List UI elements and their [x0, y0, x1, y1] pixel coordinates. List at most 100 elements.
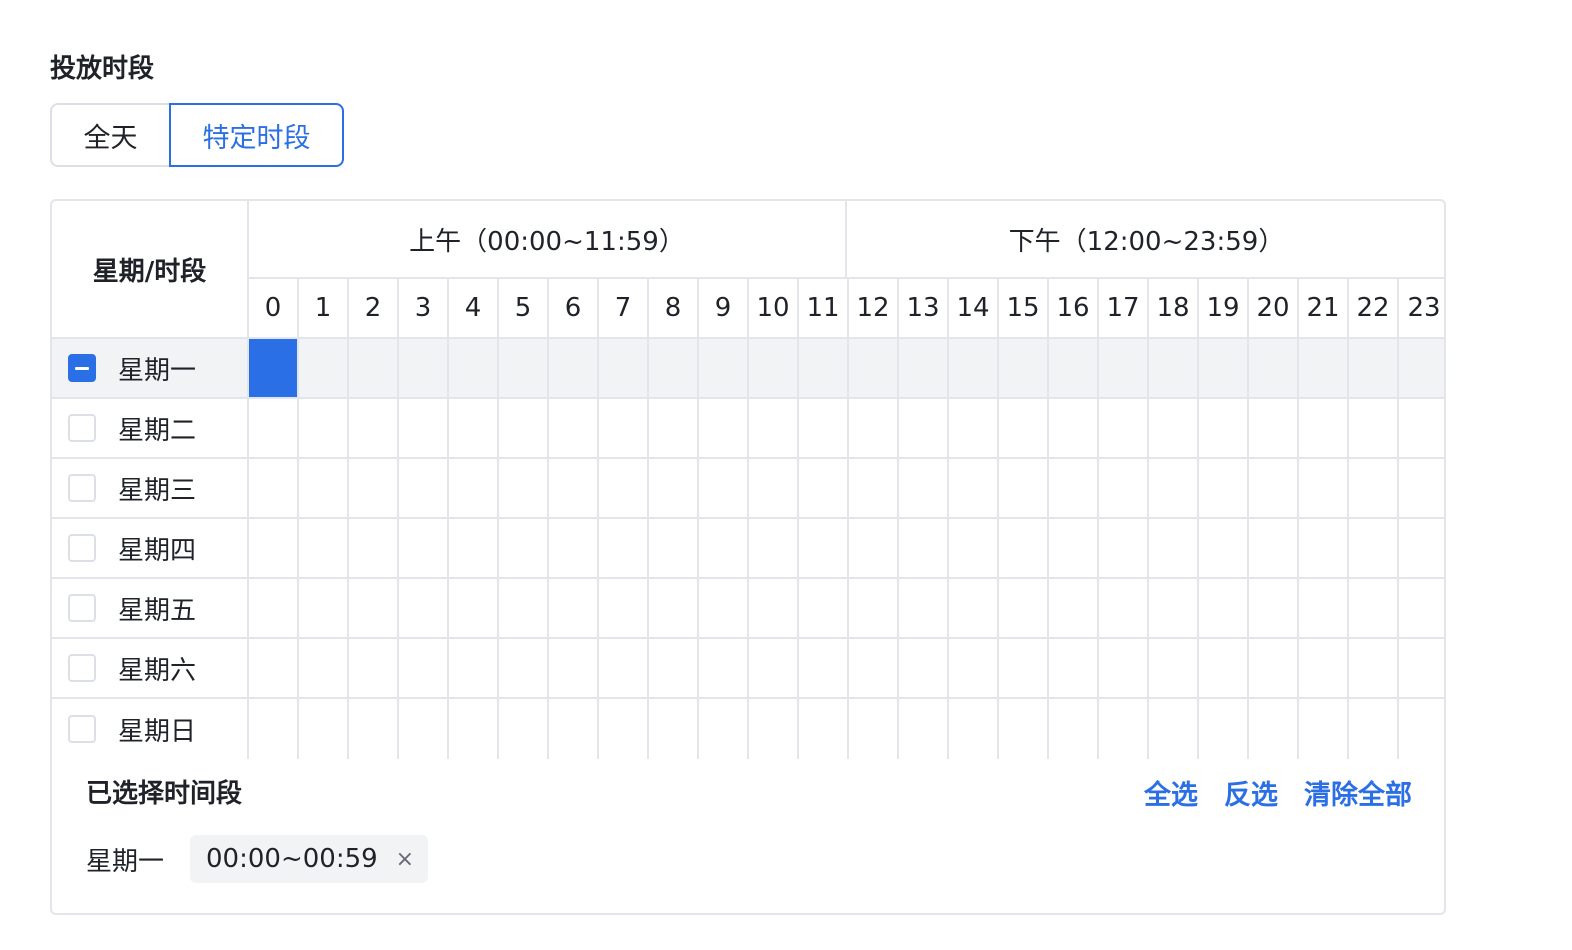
hour-header-13[interactable]: 13 [899, 279, 949, 339]
time-slot-cell[interactable] [649, 519, 699, 579]
time-slot-cell[interactable] [1099, 339, 1149, 399]
time-slot-cell[interactable] [949, 339, 999, 399]
time-slot-cell[interactable] [299, 639, 349, 699]
time-slot-cell[interactable] [1249, 639, 1299, 699]
time-slot-cell[interactable] [1249, 519, 1299, 579]
time-slot-cell[interactable] [649, 399, 699, 459]
time-slot-cell[interactable] [549, 699, 599, 759]
hour-header-7[interactable]: 7 [599, 279, 649, 339]
day-checkbox[interactable] [68, 594, 96, 622]
hour-header-4[interactable]: 4 [449, 279, 499, 339]
time-slot-cell[interactable] [1399, 579, 1444, 639]
hour-header-1[interactable]: 1 [299, 279, 349, 339]
time-slot-cell[interactable] [1099, 699, 1149, 759]
time-slot-cell[interactable] [1349, 699, 1399, 759]
day-row-2[interactable]: 星期三 [52, 459, 249, 519]
time-slot-cell[interactable] [1299, 699, 1349, 759]
time-slot-cell[interactable] [1399, 519, 1444, 579]
hour-header-23[interactable]: 23 [1399, 279, 1444, 339]
time-slot-cell[interactable] [749, 579, 799, 639]
time-slot-cell[interactable] [749, 399, 799, 459]
time-slot-cell[interactable] [549, 339, 599, 399]
time-slot-cell[interactable] [1249, 399, 1299, 459]
time-slot-cell[interactable] [649, 699, 699, 759]
time-slot-cell[interactable] [499, 699, 549, 759]
time-slot-cell[interactable] [749, 339, 799, 399]
time-slot-cell[interactable] [799, 399, 849, 459]
time-slot-cell[interactable] [299, 699, 349, 759]
time-slot-cell[interactable] [349, 639, 399, 699]
time-slot-cell[interactable] [1349, 459, 1399, 519]
time-slot-cell[interactable] [599, 579, 649, 639]
time-slot-cell[interactable] [949, 639, 999, 699]
time-slot-cell[interactable] [1099, 579, 1149, 639]
time-slot-cell[interactable] [1099, 639, 1149, 699]
day-checkbox[interactable] [68, 354, 96, 382]
time-slot-cell[interactable] [249, 519, 299, 579]
time-slot-cell[interactable] [1049, 459, 1099, 519]
time-slot-cell[interactable] [399, 699, 449, 759]
time-slot-cell[interactable] [399, 459, 449, 519]
day-row-0[interactable]: 星期一 [52, 339, 249, 399]
time-slot-cell[interactable] [1149, 519, 1199, 579]
time-slot-cell[interactable] [899, 579, 949, 639]
time-slot-cell[interactable] [799, 519, 849, 579]
time-slot-cell[interactable] [1349, 579, 1399, 639]
hour-header-11[interactable]: 11 [799, 279, 849, 339]
time-slot-cell[interactable] [599, 459, 649, 519]
specific-time-button[interactable]: 特定时段 [169, 103, 344, 167]
time-slot-cell[interactable] [1349, 639, 1399, 699]
time-slot-cell[interactable] [1249, 579, 1299, 639]
time-slot-cell[interactable] [699, 399, 749, 459]
time-slot-cell[interactable] [1299, 519, 1349, 579]
time-slot-cell[interactable] [1149, 579, 1199, 639]
time-slot-cell[interactable] [599, 639, 649, 699]
time-slot-cell[interactable] [1349, 519, 1399, 579]
time-slot-cell[interactable] [699, 459, 749, 519]
select-all-link[interactable]: 全选 [1144, 773, 1198, 812]
time-slot-cell[interactable] [899, 339, 949, 399]
time-slot-cell[interactable] [949, 699, 999, 759]
day-row-4[interactable]: 星期五 [52, 579, 249, 639]
time-slot-cell[interactable] [1149, 339, 1199, 399]
time-slot-cell[interactable] [449, 699, 499, 759]
time-slot-cell[interactable] [449, 339, 499, 399]
time-slot-cell[interactable] [1199, 399, 1249, 459]
time-slot-cell[interactable] [1049, 639, 1099, 699]
hour-header-22[interactable]: 22 [1349, 279, 1399, 339]
time-slot-cell[interactable] [849, 639, 899, 699]
time-slot-cell[interactable] [599, 339, 649, 399]
hour-header-10[interactable]: 10 [749, 279, 799, 339]
hour-header-16[interactable]: 16 [1049, 279, 1099, 339]
hour-header-6[interactable]: 6 [549, 279, 599, 339]
time-slot-cell[interactable] [899, 519, 949, 579]
time-slot-cell[interactable] [1249, 699, 1299, 759]
time-slot-cell[interactable] [399, 639, 449, 699]
time-slot-cell[interactable] [299, 339, 349, 399]
day-checkbox[interactable] [68, 654, 96, 682]
time-slot-cell[interactable] [899, 699, 949, 759]
time-slot-cell[interactable] [449, 459, 499, 519]
time-slot-cell[interactable] [1149, 459, 1199, 519]
time-slot-cell[interactable] [1249, 459, 1299, 519]
time-slot-cell[interactable] [499, 399, 549, 459]
time-slot-cell[interactable] [949, 399, 999, 459]
time-slot-cell[interactable] [249, 339, 299, 399]
time-slot-cell[interactable] [799, 639, 849, 699]
day-checkbox[interactable] [68, 414, 96, 442]
time-slot-cell[interactable] [849, 699, 899, 759]
time-slot-cell[interactable] [249, 399, 299, 459]
time-slot-cell[interactable] [899, 459, 949, 519]
time-slot-cell[interactable] [249, 459, 299, 519]
time-slot-cell[interactable] [899, 639, 949, 699]
time-slot-cell[interactable] [1049, 579, 1099, 639]
day-checkbox[interactable] [68, 534, 96, 562]
time-slot-cell[interactable] [549, 639, 599, 699]
time-slot-cell[interactable] [1399, 639, 1444, 699]
time-slot-cell[interactable] [649, 579, 699, 639]
day-row-6[interactable]: 星期日 [52, 699, 249, 759]
time-slot-cell[interactable] [999, 399, 1049, 459]
time-slot-cell[interactable] [999, 579, 1049, 639]
time-slot-cell[interactable] [349, 399, 399, 459]
time-slot-cell[interactable] [999, 519, 1049, 579]
